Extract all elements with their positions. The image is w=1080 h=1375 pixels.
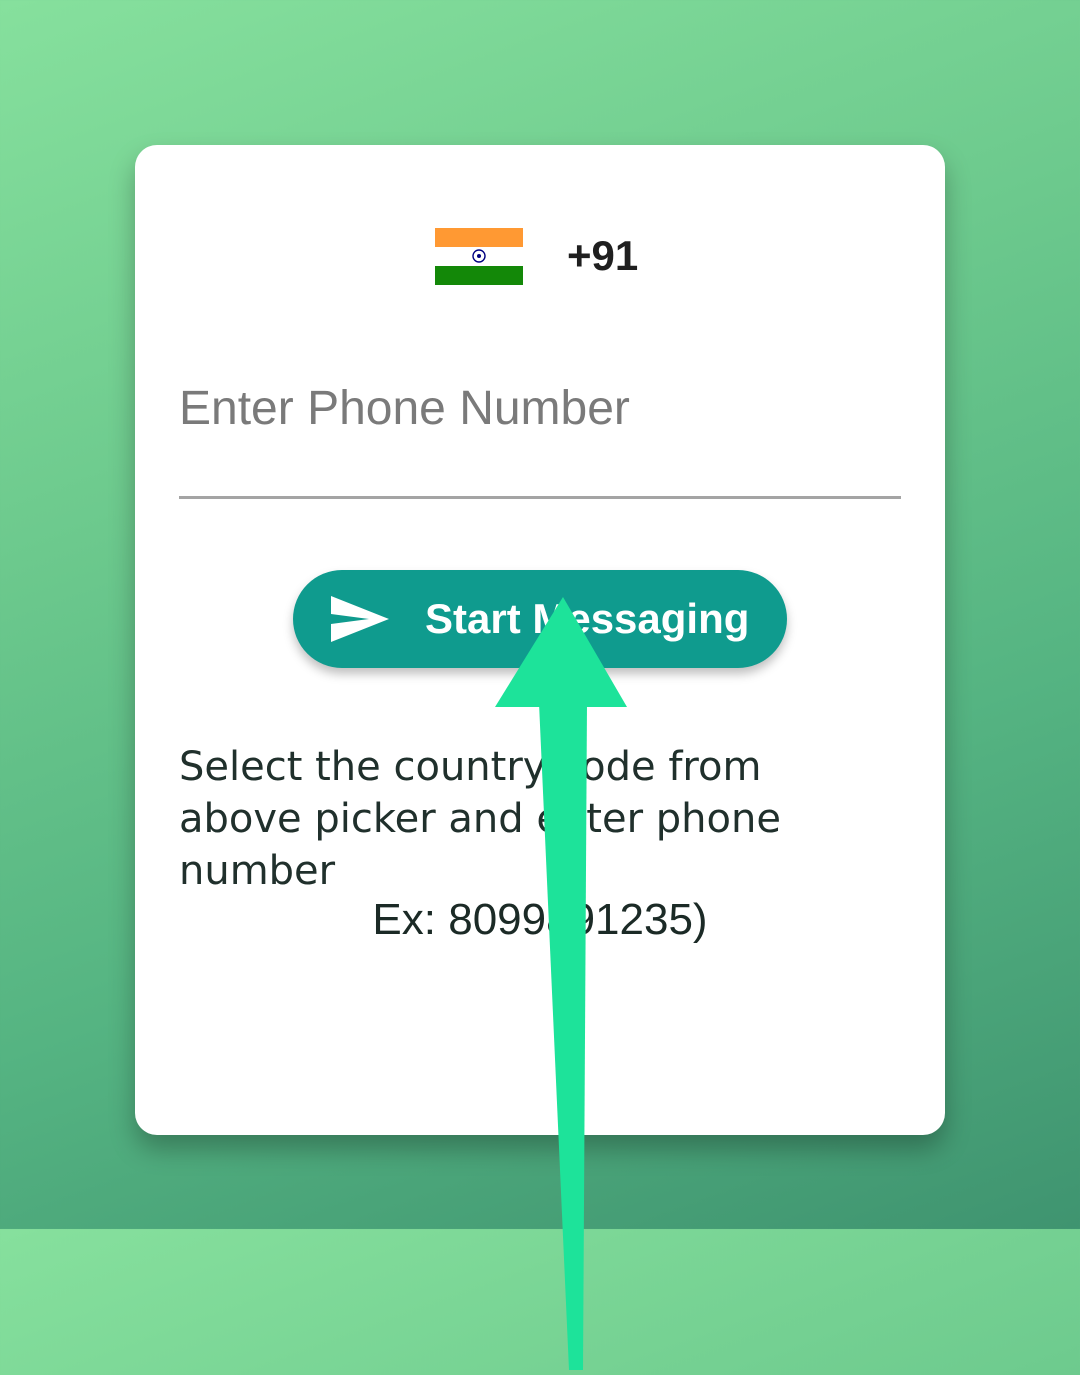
send-icon	[329, 594, 391, 644]
phone-number-input[interactable]	[179, 373, 901, 443]
swipe-up-arrow-icon	[495, 597, 627, 1370]
start-messaging-label: Start Messaging	[425, 595, 750, 642]
instruction-text: Select the country code from above picke…	[179, 744, 781, 894]
india-flag-icon	[435, 227, 523, 285]
example-number-text: Ex: 8099891235)	[372, 895, 708, 944]
main-card: +91 Start Messaging Select the country c…	[135, 145, 945, 1370]
start-messaging-button[interactable]: Start Messaging	[293, 570, 787, 668]
phone-input-underline	[179, 496, 901, 499]
dial-code: +91	[567, 232, 639, 279]
country-code-picker[interactable]: +91	[435, 227, 655, 285]
